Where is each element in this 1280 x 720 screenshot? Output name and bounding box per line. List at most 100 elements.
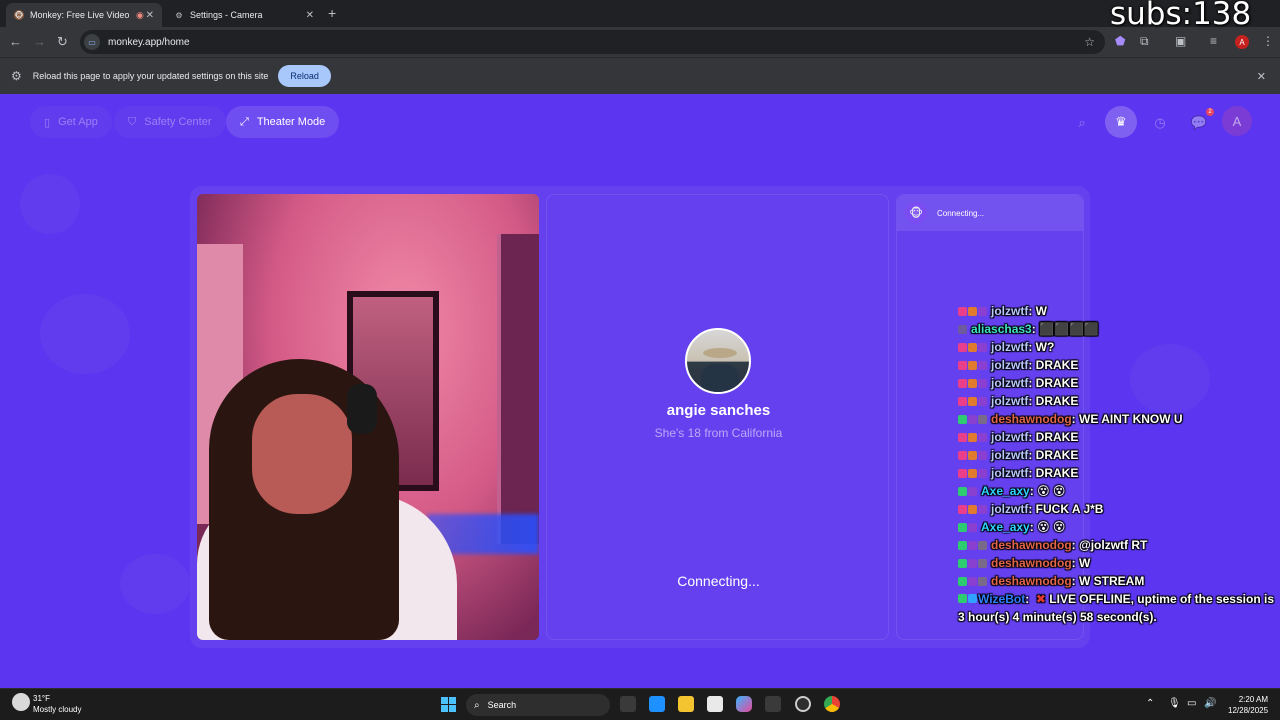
- chat-badge-icon: [978, 540, 987, 550]
- chat-badge-icon: [958, 360, 967, 370]
- camera-headphone: [347, 384, 377, 434]
- chat-username: jolzwtf: [991, 376, 1029, 390]
- chat-text: WE AINT KNOW U: [1079, 412, 1183, 426]
- menu-kebab-icon[interactable]: ⋮: [1262, 34, 1274, 48]
- close-infobar-icon[interactable]: ✕: [1257, 70, 1266, 83]
- taskbar-search[interactable]: ⌕ Search: [466, 694, 610, 716]
- address-bar[interactable]: ▭ monkey.app/home ☆: [80, 30, 1105, 54]
- chat-separator: :: [1028, 448, 1036, 462]
- chat-badge-icon: [978, 306, 987, 316]
- chat-text: DRAKE: [1035, 430, 1079, 444]
- notification-badge: 2: [1206, 108, 1214, 116]
- local-camera-feed: [197, 194, 539, 640]
- chat-badge-icon: [978, 576, 987, 586]
- monkey-favicon-icon: 🐵: [14, 10, 24, 20]
- history-clock-icon[interactable]: ◷: [1147, 110, 1173, 136]
- chat-badge-icon: [958, 342, 967, 352]
- media-controls-icon[interactable]: ≡: [1210, 34, 1217, 48]
- weather-description: Mostly cloudy: [33, 705, 82, 714]
- widget-app-icon[interactable]: [649, 696, 665, 712]
- extension-shield-icon[interactable]: ⬟: [1115, 34, 1125, 48]
- chat-badges: [958, 468, 988, 478]
- safety-center-button[interactable]: ⛉ Safety Center: [114, 106, 226, 138]
- tab-monkey[interactable]: 🐵 Monkey: Free Live Video Ch ◉ ✕: [6, 3, 162, 27]
- chat-badges: [958, 450, 988, 460]
- microphone-icon[interactable]: 🎙: [1168, 698, 1181, 709]
- reload-button[interactable]: Reload: [278, 65, 331, 87]
- chat-badges: [958, 342, 988, 352]
- back-icon[interactable]: ←: [9, 34, 22, 49]
- bookmark-star-icon[interactable]: ☆: [1084, 35, 1095, 49]
- store-icon[interactable]: [707, 696, 723, 712]
- tab-title: Monkey: Free Live Video Ch: [30, 10, 130, 20]
- chat-username: jolzwtf: [991, 502, 1029, 516]
- chat-message: jolzwtf: DRAKE: [958, 392, 1278, 410]
- theater-mode-button[interactable]: ⤢ Theater Mode: [226, 106, 340, 138]
- search-icon[interactable]: ⌕: [1069, 110, 1095, 136]
- chat-badge-icon: [968, 468, 977, 478]
- peer-name: angie sanches: [666, 402, 771, 419]
- close-tab-icon[interactable]: ✕: [146, 10, 154, 21]
- infobar-message: Reload this page to apply your updated s…: [32, 71, 269, 81]
- file-explorer-icon[interactable]: [678, 696, 694, 712]
- chat-badge-icon: [968, 378, 977, 388]
- chat-text: DRAKE: [1035, 376, 1079, 390]
- network-icon[interactable]: ▭: [1187, 698, 1196, 709]
- chat-separator: :: [1071, 538, 1080, 552]
- chat-badge-icon: [958, 522, 967, 532]
- chat-badge-icon: [968, 396, 977, 406]
- chat-separator: :: [1071, 574, 1080, 588]
- background-pattern: [40, 294, 130, 374]
- chat-username: aliaschas3: [971, 322, 1032, 336]
- chat-badge-icon: [978, 360, 987, 370]
- windows-start-icon[interactable]: [441, 697, 456, 712]
- chat-message: aliaschas3: ⬛⬛⬛⬛: [958, 320, 1278, 338]
- chat-separator: :: [1028, 358, 1036, 372]
- background-pattern: [120, 554, 190, 614]
- user-avatar[interactable]: A: [1222, 106, 1252, 136]
- get-app-button[interactable]: ▯ Get App: [30, 106, 112, 138]
- chat-badge-icon: [978, 396, 987, 406]
- extensions-puzzle-icon[interactable]: ⧉: [1140, 34, 1149, 49]
- chat-separator: :: [1071, 412, 1080, 426]
- profile-avatar[interactable]: A: [1235, 35, 1249, 49]
- chat-username: jolzwtf: [991, 448, 1029, 462]
- chat-separator: :: [1028, 376, 1036, 390]
- app-icon[interactable]: [765, 696, 781, 712]
- recording-icon: ◉: [136, 9, 144, 20]
- tab-strip: 🐵 Monkey: Free Live Video Ch ◉ ✕ ⚙ Setti…: [0, 0, 1280, 27]
- volume-icon[interactable]: 🔊: [1204, 698, 1216, 709]
- chat-badge-icon: [958, 414, 967, 424]
- chat-badges: [958, 486, 978, 496]
- chat-separator: :: [1029, 484, 1038, 498]
- chat-badges: [958, 360, 988, 370]
- windows-taskbar: 31°F Mostly cloudy ⌕ Search ⌃ 🎙 ▭ 🔊 2:20…: [0, 688, 1280, 720]
- chat-bot-message: WizeBot: ✖ LIVE OFFLINE, uptime of the s…: [958, 590, 1278, 626]
- cast-icon[interactable]: ▣: [1175, 34, 1186, 48]
- browser-toolbar: ← → ↻ ▭ monkey.app/home ☆ ⬟ ⧉ ▣ ≡ A ⋮: [0, 27, 1280, 57]
- chat-username: jolzwtf: [991, 466, 1029, 480]
- chat-badge-icon: [968, 504, 977, 514]
- chat-separator: :: [1028, 304, 1036, 318]
- chat-badge-icon: [958, 450, 967, 460]
- site-info-icon[interactable]: ▭: [84, 34, 100, 50]
- new-tab-icon[interactable]: +: [328, 5, 336, 21]
- close-tab-icon[interactable]: ✕: [306, 10, 314, 21]
- chat-message: jolzwtf: DRAKE: [958, 464, 1278, 482]
- weather-cloud-icon[interactable]: [12, 693, 30, 711]
- copilot-icon[interactable]: [736, 696, 752, 712]
- taskbar-clock[interactable]: 2:20 AM 12/28/2025: [1228, 694, 1268, 716]
- chrome-icon[interactable]: [824, 696, 840, 712]
- tab-settings-camera[interactable]: ⚙ Settings - Camera ✕: [166, 3, 322, 27]
- reload-icon[interactable]: ↻: [57, 34, 68, 50]
- chat-message: jolzwtf: FUCK A J*B: [958, 500, 1278, 518]
- obs-icon[interactable]: [795, 696, 811, 712]
- task-view-icon[interactable]: [620, 696, 636, 712]
- crown-icon[interactable]: ♛: [1105, 106, 1137, 138]
- peer-subtitle: She's 18 from California: [654, 426, 783, 440]
- forward-icon[interactable]: →: [33, 34, 46, 49]
- chat-badge-icon: [978, 342, 987, 352]
- camera-window: [497, 234, 539, 544]
- chat-username: Axe_axy: [981, 520, 1030, 534]
- tray-overflow-icon[interactable]: ⌃: [1146, 698, 1154, 709]
